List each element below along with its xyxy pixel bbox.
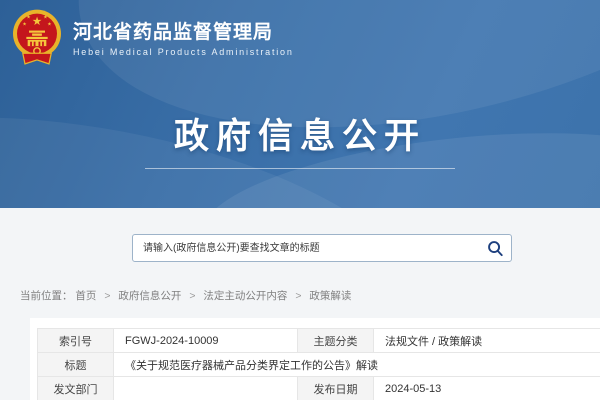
page-header-banner: ★ ★ ★ ★ ★ 河北省药品监督管理局 Hebei Medical Produ… <box>0 0 600 208</box>
issuing-department-label: 发文部门 <box>38 377 114 400</box>
svg-text:★: ★ <box>32 16 42 28</box>
breadcrumb-item-home[interactable]: 首页 <box>75 290 96 302</box>
breadcrumb-item-info-disclosure[interactable]: 政府信息公开 <box>118 290 181 302</box>
document-title-value: 《关于规范医疗器械产品分类界定工作的公告》解读 <box>114 353 600 377</box>
index-number-label: 索引号 <box>38 329 114 353</box>
site-title-chinese: 河北省药品监督管理局 <box>73 21 294 45</box>
breadcrumb-separator: > <box>189 290 195 302</box>
subject-category-label: 主题分类 <box>298 329 374 353</box>
subject-category-value: 法规文件 / 政策解读 <box>374 329 600 353</box>
publish-date-label: 发布日期 <box>298 377 374 400</box>
breadcrumb-separator: > <box>104 290 110 302</box>
site-title-group: 河北省药品监督管理局 Hebei Medical Products Admini… <box>73 21 294 58</box>
china-national-emblem-icon: ★ ★ ★ ★ ★ <box>10 7 64 71</box>
table-row-title: 标题 《关于规范医疗器械产品分类界定工作的公告》解读 <box>38 353 600 377</box>
publish-date-value: 2024-05-13 <box>374 377 600 400</box>
issuing-department-value <box>114 377 298 400</box>
svg-text:★: ★ <box>22 21 27 27</box>
svg-text:★: ★ <box>43 15 48 21</box>
search-input[interactable] <box>133 235 479 261</box>
table-row-department-date: 发文部门 发布日期 2024-05-13 <box>38 377 600 400</box>
breadcrumb-prefix: 当前位置： <box>20 290 73 302</box>
content-panel: 索引号 FGWJ-2024-10009 主题分类 法规文件 / 政策解读 标题 … <box>30 318 600 400</box>
site-logo-link[interactable]: ★ ★ ★ ★ ★ 河北省药品监督管理局 Hebei Medical Produ… <box>10 7 294 71</box>
svg-text:★: ★ <box>26 15 31 21</box>
document-info-table: 索引号 FGWJ-2024-10009 主题分类 法规文件 / 政策解读 标题 … <box>37 328 600 400</box>
document-title-label: 标题 <box>38 353 114 377</box>
search-icon <box>487 240 504 257</box>
breadcrumb-separator: > <box>295 290 301 302</box>
search-button[interactable] <box>479 235 511 261</box>
site-title-english: Hebei Medical Products Administration <box>73 47 294 57</box>
breadcrumb-item-policy-interpretation[interactable]: 政策解读 <box>309 290 351 302</box>
banner-underline <box>145 168 455 169</box>
page: ★ ★ ★ ★ ★ 河北省药品监督管理局 Hebei Medical Produ… <box>0 0 600 400</box>
svg-text:★: ★ <box>47 21 52 27</box>
index-number-value: FGWJ-2024-10009 <box>114 329 298 353</box>
banner-title: 政府信息公开 <box>0 108 600 159</box>
breadcrumb: 当前位置： 首页 > 政府信息公开 > 法定主动公开内容 > 政策解读 <box>20 288 351 303</box>
table-row-index-category: 索引号 FGWJ-2024-10009 主题分类 法规文件 / 政策解读 <box>38 329 600 353</box>
search-box <box>132 234 512 262</box>
breadcrumb-item-statutory-content[interactable]: 法定主动公开内容 <box>203 290 287 302</box>
